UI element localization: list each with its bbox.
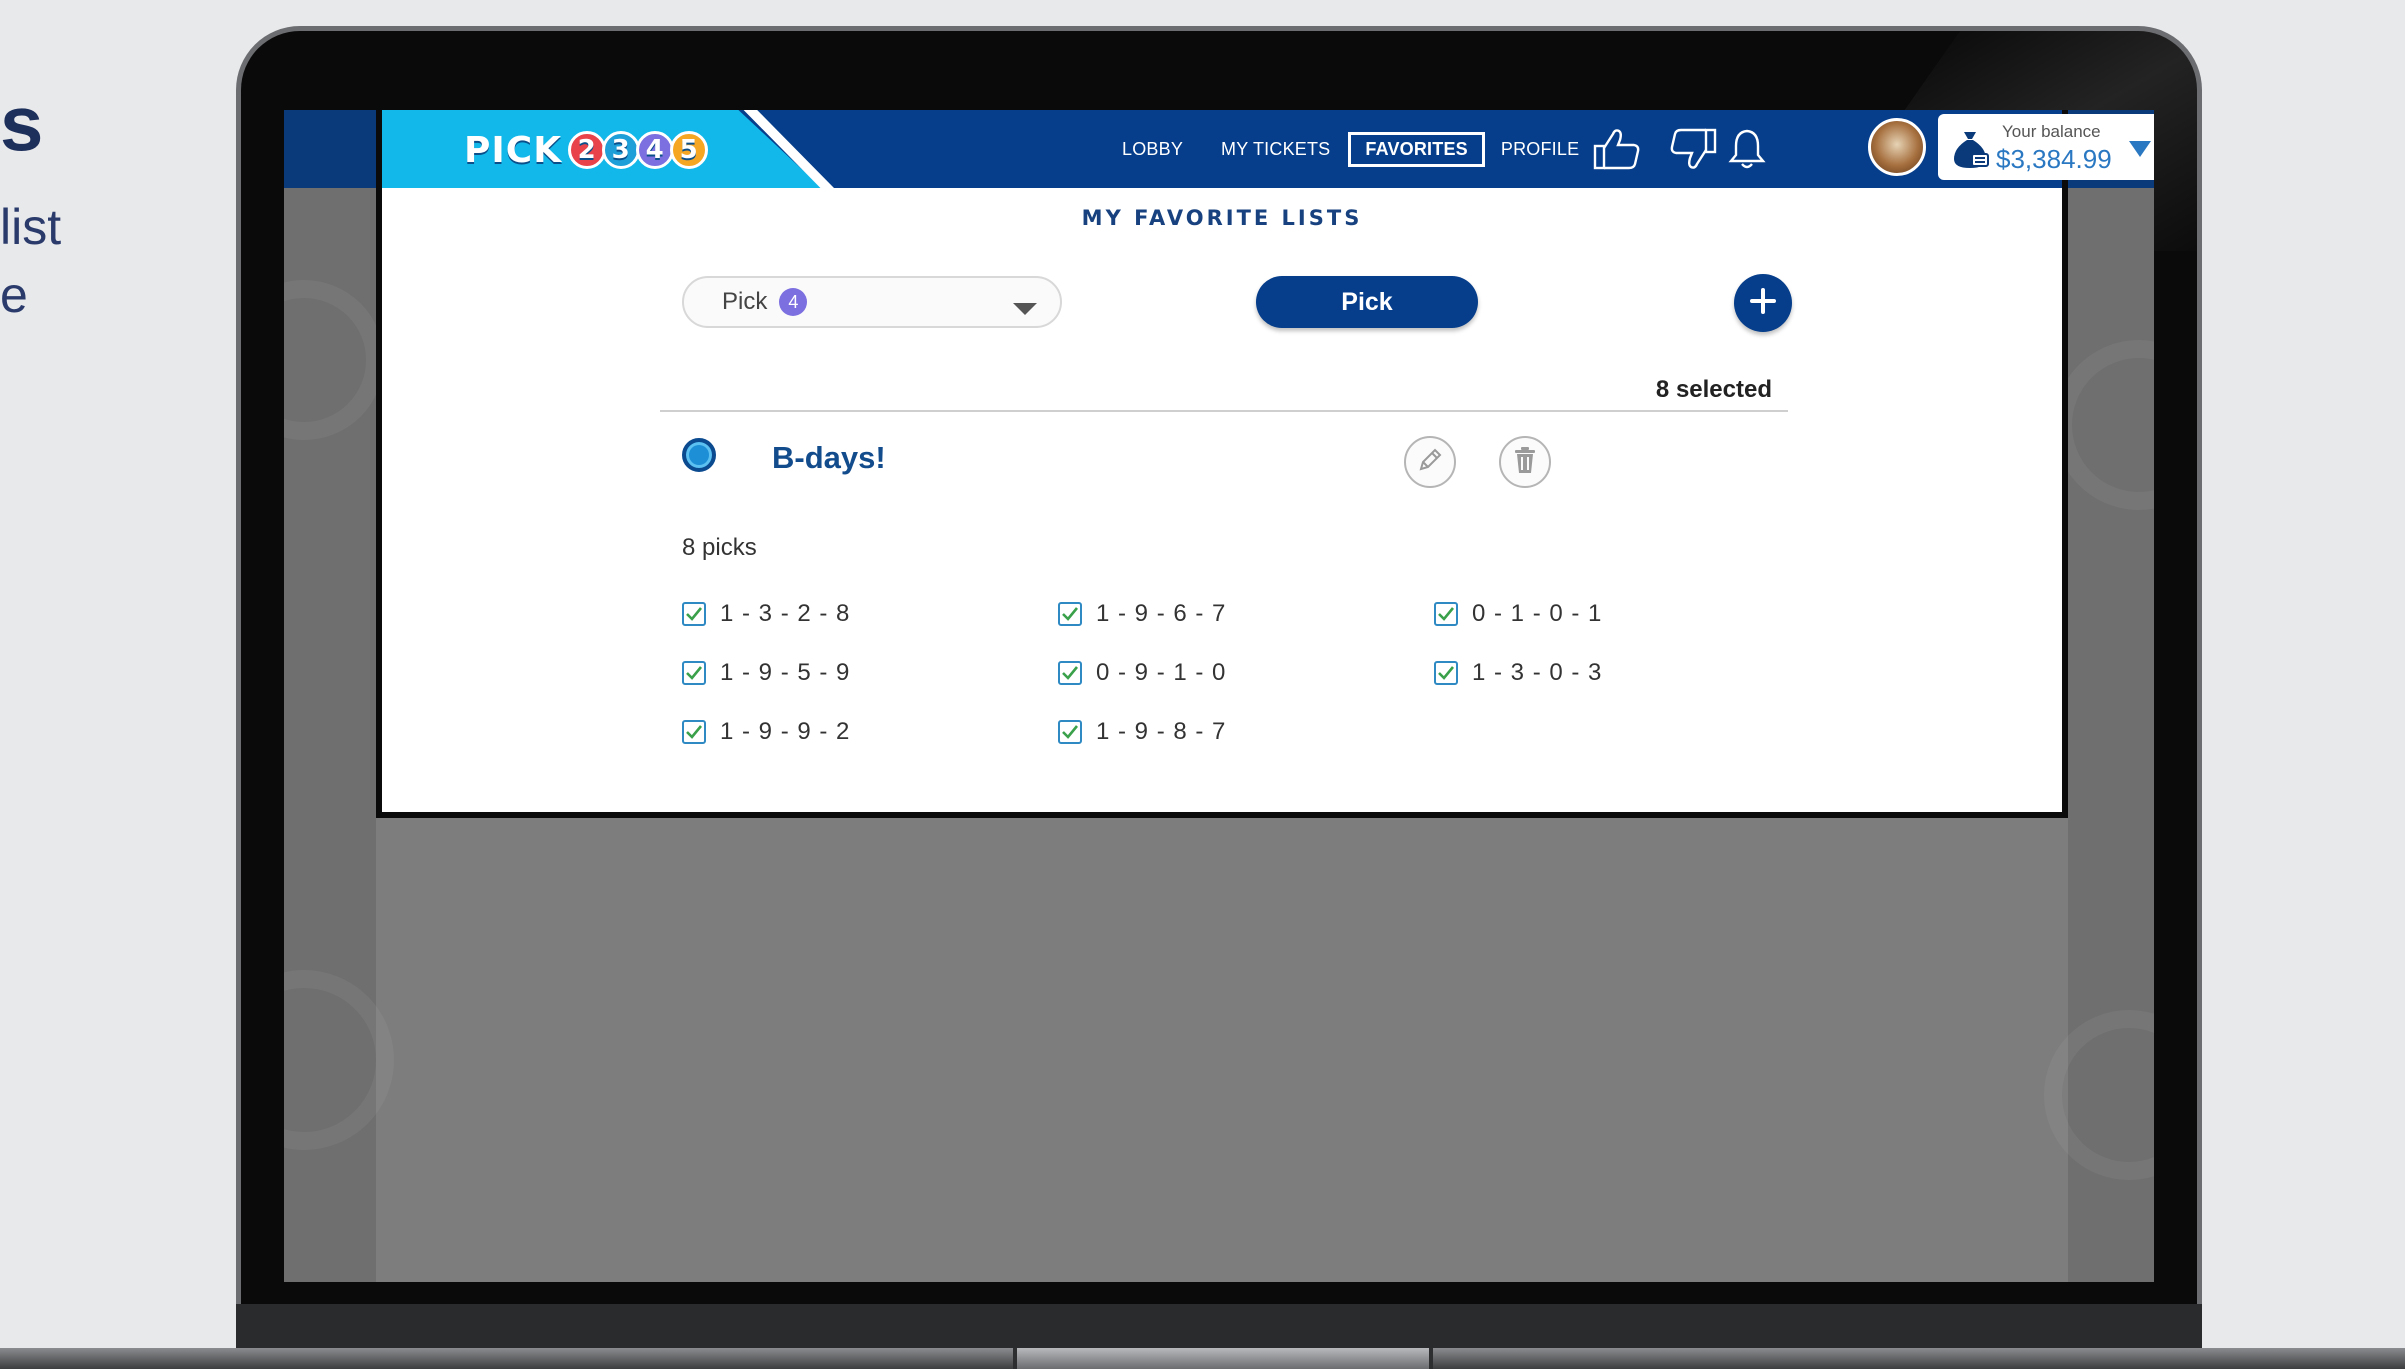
logo-text: PICK	[464, 129, 563, 171]
pick-item[interactable]: 0 - 1 - 0 - 1	[1434, 600, 1602, 628]
slide-text-line-2: e	[0, 267, 28, 323]
pick-item[interactable]: 1 - 3 - 0 - 3	[1434, 659, 1602, 687]
pick-numbers: 1 - 9 - 9 - 2	[720, 718, 851, 745]
picks-count: 8 picks	[682, 534, 757, 561]
pick-numbers: 1 - 9 - 5 - 9	[720, 659, 851, 686]
add-list-button[interactable]	[1734, 274, 1792, 332]
pick-logo[interactable]: PICK 2 3 4 5	[464, 124, 709, 176]
app-header: PICK 2 3 4 5 LOBBY MY TICKETS FAVORITES …	[382, 110, 2154, 188]
pick-item[interactable]: 1 - 9 - 8 - 7	[1058, 718, 1226, 746]
laptop-screen: PICK 2 3 4 5 LOBBY MY TICKETS FAVORITES …	[284, 110, 2154, 1282]
check-icon[interactable]	[1058, 720, 1082, 744]
edit-list-button[interactable]	[1404, 436, 1456, 488]
list-name: B-days!	[772, 440, 886, 475]
game-select-badge: 4	[779, 288, 808, 316]
pick-item[interactable]: 0 - 9 - 1 - 0	[1058, 659, 1226, 687]
money-bag-icon	[1950, 128, 1990, 175]
slide-heading-fragment: s	[0, 79, 44, 167]
pick-numbers: 1 - 3 - 2 - 8	[720, 600, 851, 627]
pick-numbers: 1 - 9 - 8 - 7	[1096, 718, 1227, 745]
pick-numbers: 1 - 3 - 0 - 3	[1472, 659, 1603, 686]
main-nav: LOBBY MY TICKETS FAVORITES PROFILE	[1122, 110, 1617, 188]
pick-button[interactable]: Pick	[1256, 276, 1478, 328]
pick-numbers: 0 - 1 - 0 - 1	[1472, 600, 1603, 627]
laptop-bezel-bottom	[236, 1304, 2202, 1352]
pick-item[interactable]: 1 - 9 - 5 - 9	[682, 659, 850, 687]
page-title: MY FAVORITE LISTS	[1081, 206, 1363, 230]
game-select[interactable]: Pick 4	[682, 276, 1062, 328]
balance-box[interactable]: Your balance $3,384.99	[1938, 114, 2154, 180]
thumbs-down-icon[interactable]	[1666, 124, 1720, 174]
delete-list-button[interactable]	[1499, 436, 1551, 488]
check-icon[interactable]	[1434, 661, 1458, 685]
balance-label: Your balance	[2002, 122, 2101, 141]
caret-down-icon[interactable]	[2128, 140, 2152, 163]
pick-item[interactable]: 1 - 9 - 6 - 7	[1058, 600, 1226, 628]
check-icon[interactable]	[682, 720, 706, 744]
balance-value: $3,384.99	[1996, 144, 2112, 174]
check-icon[interactable]	[1434, 602, 1458, 626]
divider	[660, 410, 1788, 412]
background-ball-decoration	[284, 970, 394, 1150]
pick-numbers: 0 - 9 - 1 - 0	[1096, 659, 1227, 686]
pick-item[interactable]: 1 - 9 - 9 - 2	[682, 718, 850, 746]
nav-profile[interactable]: PROFILE	[1501, 139, 1579, 160]
list-select-radio[interactable]	[682, 438, 716, 472]
pick-item[interactable]: 1 - 3 - 2 - 8	[682, 600, 850, 628]
slide-text-line-1: list	[0, 199, 62, 255]
background-ball-decoration	[2044, 1010, 2154, 1180]
check-icon[interactable]	[1058, 602, 1082, 626]
chevron-down-icon	[1012, 296, 1038, 324]
pencil-icon	[1415, 445, 1445, 480]
pick-numbers: 1 - 9 - 6 - 7	[1096, 600, 1227, 627]
nav-favorites[interactable]: FAVORITES	[1348, 131, 1485, 167]
logo-ball-2: 2	[568, 131, 607, 169]
bell-icon[interactable]	[1720, 124, 1774, 174]
nav-my-tickets[interactable]: MY TICKETS	[1221, 139, 1330, 160]
nav-lobby[interactable]: LOBBY	[1122, 139, 1183, 160]
trash-icon	[1511, 445, 1539, 480]
thumbs-up-icon[interactable]	[1590, 124, 1644, 174]
logo-ball-5: 5	[670, 131, 709, 169]
favorites-content: MY FAVORITE LISTS Pick 4 Pick 8 selected…	[382, 188, 2062, 818]
plus-icon	[1749, 287, 1777, 320]
check-icon[interactable]	[1058, 661, 1082, 685]
app-window: PICK 2 3 4 5 LOBBY MY TICKETS FAVORITES …	[376, 110, 2154, 818]
avatar[interactable]	[1868, 118, 1926, 176]
logo-ball-4: 4	[636, 131, 675, 169]
logo-ball-3: 3	[602, 131, 641, 169]
check-icon[interactable]	[682, 661, 706, 685]
game-select-value: Pick	[722, 288, 768, 315]
laptop-base-notch	[1013, 1348, 1433, 1369]
check-icon[interactable]	[682, 602, 706, 626]
selected-count: 8 selected	[1655, 376, 1772, 403]
